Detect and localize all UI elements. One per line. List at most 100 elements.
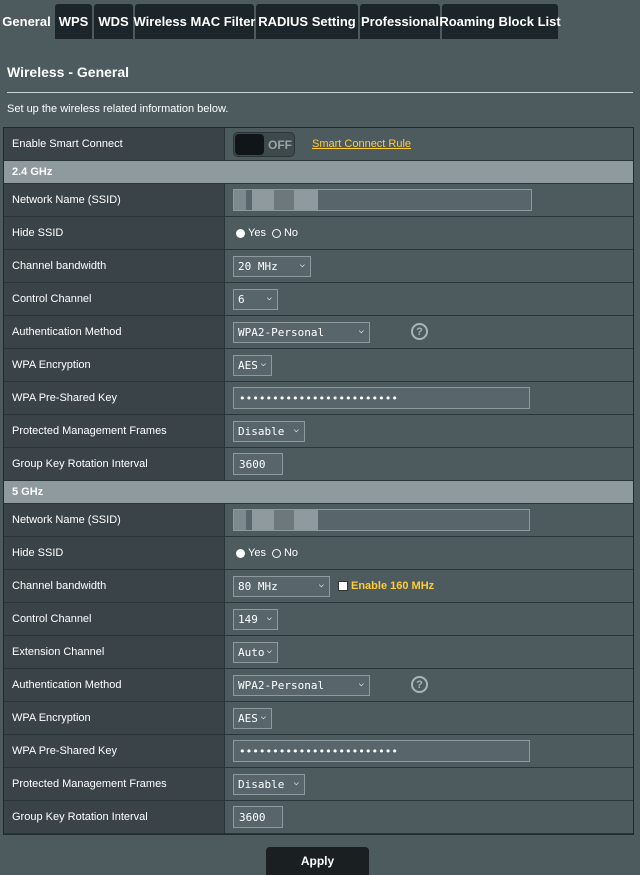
row-pmf-5: Protected Management Frames Disable ⌵ <box>4 768 633 801</box>
tab-professional[interactable]: Professional <box>360 4 440 39</box>
hide-ssid-no-radio-24[interactable] <box>271 228 281 238</box>
select-value: AES <box>238 711 258 725</box>
ssid-input-5[interactable] <box>233 509 530 531</box>
row-label: Enable Smart Connect <box>4 128 225 160</box>
row-bandwidth-5: Channel bandwidth 80 MHz ⌵ Enable 160 MH… <box>4 570 633 603</box>
row-gkri-5: Group Key Rotation Interval 3600 <box>4 801 633 834</box>
auth-method-select-24[interactable]: WPA2-Personal ⌵ <box>233 321 370 343</box>
hide-ssid-yes-radio-5[interactable] <box>236 548 245 558</box>
chevron-down-icon: ⌵ <box>293 424 299 435</box>
psk-input-24[interactable]: •••••••••••••••••••••••• <box>233 387 530 409</box>
psk-input-5[interactable]: •••••••••••••••••••••••• <box>233 740 530 762</box>
select-value: 6 <box>238 292 245 306</box>
chevron-down-icon: ⌵ <box>318 579 324 590</box>
chevron-down-icon: ⌵ <box>293 777 299 788</box>
row-extension-channel-5: Extension Channel Auto ⌵ <box>4 636 633 669</box>
row-gkri-24: Group Key Rotation Interval 3600 <box>4 448 633 481</box>
row-label: Network Name (SSID) <box>4 504 225 536</box>
bandwidth-select-24[interactable]: 20 MHz ⌵ <box>233 255 311 277</box>
title-divider <box>7 92 633 93</box>
tab-general[interactable]: General <box>0 4 53 39</box>
chevron-down-icon: ⌵ <box>358 325 364 336</box>
radio-label: Yes <box>248 227 266 239</box>
smart-connect-toggle[interactable]: OFF <box>233 131 295 157</box>
pmf-select-24[interactable]: Disable ⌵ <box>233 420 305 442</box>
settings-table: Enable Smart Connect OFF Smart Connect R… <box>3 127 634 835</box>
chevron-down-icon: ⌵ <box>260 711 266 722</box>
encryption-select-24[interactable]: AES ⌵ <box>233 354 272 376</box>
tab-wireless-mac-filter[interactable]: Wireless MAC Filter <box>134 4 256 39</box>
tab-wps[interactable]: WPS <box>55 4 92 39</box>
row-label: WPA Pre-Shared Key <box>4 382 225 414</box>
row-label: Control Channel <box>4 283 225 315</box>
tab-bar: General WPS WDS Wireless MAC Filter RADI… <box>0 4 561 39</box>
chevron-down-icon: ⌵ <box>299 259 305 270</box>
toggle-state: OFF <box>268 137 292 152</box>
row-label: Authentication Method <box>4 669 225 701</box>
select-value: 20 MHz <box>238 259 278 273</box>
row-label: Control Channel <box>4 603 225 635</box>
row-smart-connect: Enable Smart Connect OFF Smart Connect R… <box>4 128 633 161</box>
page-description: Set up the wireless related information … <box>7 103 229 115</box>
row-bandwidth-24: Channel bandwidth 20 MHz ⌵ <box>4 250 633 283</box>
control-channel-select-5[interactable]: 149 ⌵ <box>233 608 278 630</box>
hide-ssid-yes-radio-24[interactable] <box>236 228 245 238</box>
apply-button[interactable]: Apply <box>266 847 369 875</box>
encryption-select-5[interactable]: AES ⌵ <box>233 707 272 729</box>
row-auth-5: Authentication Method WPA2-Personal ⌵ ? <box>4 669 633 702</box>
row-label: Extension Channel <box>4 636 225 668</box>
gkri-input-24[interactable]: 3600 <box>233 453 283 475</box>
ssid-input-24[interactable] <box>233 189 532 211</box>
toggle-knob <box>235 133 264 155</box>
smart-connect-rule-link[interactable]: Smart Connect Rule <box>312 138 411 150</box>
chevron-down-icon: ⌵ <box>358 678 364 689</box>
row-label: Channel bandwidth <box>4 570 225 602</box>
select-value: Disable <box>238 777 285 791</box>
row-label: Group Key Rotation Interval <box>4 448 225 480</box>
row-ssid-5: Network Name (SSID) <box>4 504 633 537</box>
gkri-input-5[interactable]: 3600 <box>233 806 283 828</box>
radio-label: Yes <box>248 547 266 559</box>
auth-method-select-5[interactable]: WPA2-Personal ⌵ <box>233 674 370 696</box>
row-psk-5: WPA Pre-Shared Key •••••••••••••••••••••… <box>4 735 633 768</box>
question-circle-icon[interactable]: ? <box>411 676 428 693</box>
enable-160-label: Enable 160 MHz <box>351 580 435 592</box>
chevron-down-icon: ⌵ <box>266 645 272 656</box>
row-label: Hide SSID <box>4 537 225 569</box>
select-value: WPA2-Personal <box>238 325 325 339</box>
select-value: Auto <box>238 645 265 659</box>
bandwidth-select-5[interactable]: 80 MHz ⌵ <box>233 575 330 597</box>
row-label: Hide SSID <box>4 217 225 249</box>
radio-label: No <box>283 227 299 239</box>
row-label: Channel bandwidth <box>4 250 225 282</box>
row-control-channel-5: Control Channel 149 ⌵ <box>4 603 633 636</box>
extension-channel-select-5[interactable]: Auto ⌵ <box>233 641 278 663</box>
control-channel-select-24[interactable]: 6 ⌵ <box>233 288 278 310</box>
row-pmf-24: Protected Management Frames Disable ⌵ <box>4 415 633 448</box>
hide-ssid-no-radio-5[interactable] <box>271 548 281 558</box>
row-encryption-24: WPA Encryption AES ⌵ <box>4 349 633 382</box>
row-label: Protected Management Frames <box>4 768 225 800</box>
tab-radius-setting[interactable]: RADIUS Setting <box>256 4 358 39</box>
tab-wds[interactable]: WDS <box>94 4 133 39</box>
row-hide-ssid-5: Hide SSID Yes No <box>4 537 633 570</box>
pmf-select-5[interactable]: Disable ⌵ <box>233 773 305 795</box>
row-encryption-5: WPA Encryption AES ⌵ <box>4 702 633 735</box>
enable-160-checkbox[interactable] <box>338 581 348 591</box>
row-label: Network Name (SSID) <box>4 184 225 216</box>
select-value: 80 MHz <box>238 579 278 593</box>
row-auth-24: Authentication Method WPA2-Personal ⌵ ? <box>4 316 633 349</box>
select-value: WPA2-Personal <box>238 678 325 692</box>
radio-label: No <box>283 547 299 559</box>
row-label: Group Key Rotation Interval <box>4 801 225 833</box>
row-control-channel-24: Control Channel 6 ⌵ <box>4 283 633 316</box>
select-value: AES <box>238 358 258 372</box>
question-circle-icon[interactable]: ? <box>411 323 428 340</box>
chevron-down-icon: ⌵ <box>260 358 266 369</box>
row-label: WPA Encryption <box>4 349 225 381</box>
row-psk-24: WPA Pre-Shared Key •••••••••••••••••••••… <box>4 382 633 415</box>
tab-roaming-block-list[interactable]: Roaming Block List <box>439 4 561 39</box>
row-hide-ssid-24: Hide SSID Yes No <box>4 217 633 250</box>
select-value: Disable <box>238 424 285 438</box>
select-value: 149 <box>238 612 258 626</box>
